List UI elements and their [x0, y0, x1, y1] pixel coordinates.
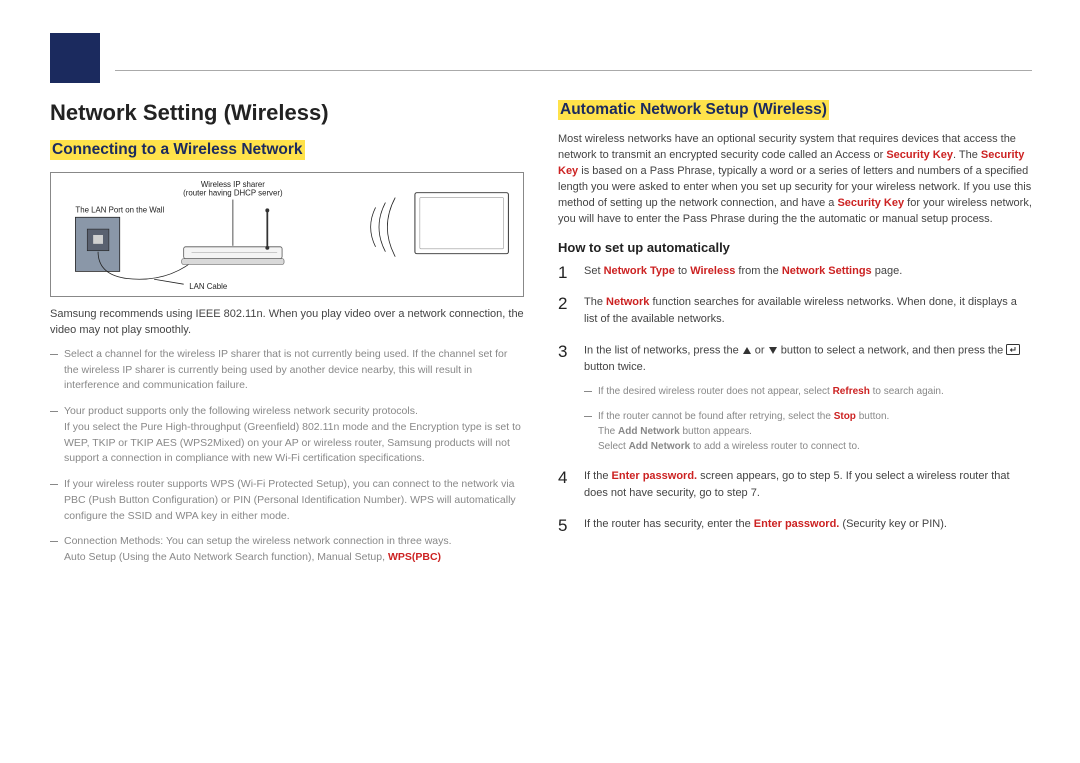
top-divider — [115, 70, 1032, 71]
t: The — [584, 296, 606, 308]
subheading-auto-setup: Automatic Network Setup (Wireless) — [558, 100, 829, 120]
sub-bullet: If the router cannot be found after retr… — [584, 409, 1032, 454]
bullet-item: Connection Methods: You can setup the wi… — [50, 534, 524, 566]
step-4: If the Enter password. screen appears, g… — [558, 468, 1032, 502]
t: button. — [856, 411, 889, 422]
steps-list: Set Network Type to Wireless from the Ne… — [558, 263, 1032, 534]
stop-term: Stop — [834, 411, 856, 422]
refresh-term: Refresh — [833, 386, 870, 397]
t: Select — [598, 441, 629, 452]
t: or — [752, 344, 768, 356]
bullet-item: Your product supports only the following… — [50, 404, 524, 467]
t: If the desired wireless router does not … — [598, 386, 833, 397]
down-arrow-icon — [769, 347, 777, 354]
bullet-item: Select a channel for the wireless IP sha… — [50, 347, 524, 394]
network-term: Network — [606, 296, 649, 308]
t: to — [675, 265, 690, 277]
security-key-term: Security Key — [886, 149, 953, 161]
step-3: In the list of networks, press the or bu… — [558, 342, 1032, 455]
t: from the — [735, 265, 781, 277]
step-5: If the router has security, enter the En… — [558, 516, 1032, 533]
t: to add a wireless router to connect to. — [690, 441, 860, 452]
network-settings-term: Network Settings — [782, 265, 872, 277]
t: (Security key or PIN). — [839, 518, 947, 530]
security-key-term: Security Key — [837, 197, 904, 209]
wireless-diagram: Wireless IP sharer (router having DHCP s… — [50, 172, 524, 297]
howto-heading: How to set up automatically — [558, 240, 1032, 255]
enter-icon — [1006, 342, 1020, 359]
t: button to select a network, and then pre… — [778, 344, 1007, 356]
diagram-label-lanport: The LAN Port on the Wall — [75, 205, 164, 214]
page-content: Network Setting (Wireless) Connecting to… — [50, 100, 1032, 576]
network-type-term: Network Type — [604, 265, 675, 277]
diagram-label-sharer2: (router having DHCP server) — [183, 189, 283, 198]
t: button twice. — [584, 361, 646, 373]
left-bullet-list: Select a channel for the wireless IP sha… — [50, 347, 524, 566]
sub-bullet: If the desired wireless router does not … — [584, 384, 1032, 399]
t: function searches for available wireless… — [584, 296, 1017, 325]
t: Set — [584, 265, 604, 277]
t: page. — [872, 265, 903, 277]
up-arrow-icon — [743, 347, 751, 354]
right-intro-text: Most wireless networks have an optional … — [558, 132, 1032, 228]
left-column: Network Setting (Wireless) Connecting to… — [50, 100, 524, 576]
t: In the list of networks, press the — [584, 344, 742, 356]
enter-password-term: Enter password. — [754, 518, 840, 530]
page-title: Network Setting (Wireless) — [50, 100, 524, 126]
page-accent-block — [50, 33, 100, 83]
t: to search again. — [870, 386, 944, 397]
right-column: Automatic Network Setup (Wireless) Most … — [558, 100, 1032, 576]
step-2: The Network function searches for availa… — [558, 294, 1032, 328]
diagram-label-lancable: LAN Cable — [189, 282, 228, 291]
left-intro-text: Samsung recommends using IEEE 802.11n. W… — [50, 307, 524, 339]
wps-pbc-term: WPS(PBC) — [388, 551, 441, 563]
t: The — [598, 426, 618, 437]
subheading-connecting: Connecting to a Wireless Network — [50, 140, 305, 160]
wireless-term: Wireless — [690, 265, 735, 277]
bullet-item: If your wireless router supports WPS (Wi… — [50, 477, 524, 524]
t: If the router has security, enter the — [584, 518, 754, 530]
t: If the router cannot be found after retr… — [598, 411, 834, 422]
add-network-term: Add Network — [629, 441, 691, 452]
step-3-sublist: If the desired wireless router does not … — [584, 384, 1032, 454]
t: button appears. — [680, 426, 752, 437]
enter-password-term: Enter password. — [612, 470, 698, 482]
t: . The — [953, 149, 981, 161]
add-network-term: Add Network — [618, 426, 680, 437]
diagram-label-sharer1: Wireless IP sharer — [201, 180, 265, 189]
step-1: Set Network Type to Wireless from the Ne… — [558, 263, 1032, 280]
t: If the — [584, 470, 612, 482]
